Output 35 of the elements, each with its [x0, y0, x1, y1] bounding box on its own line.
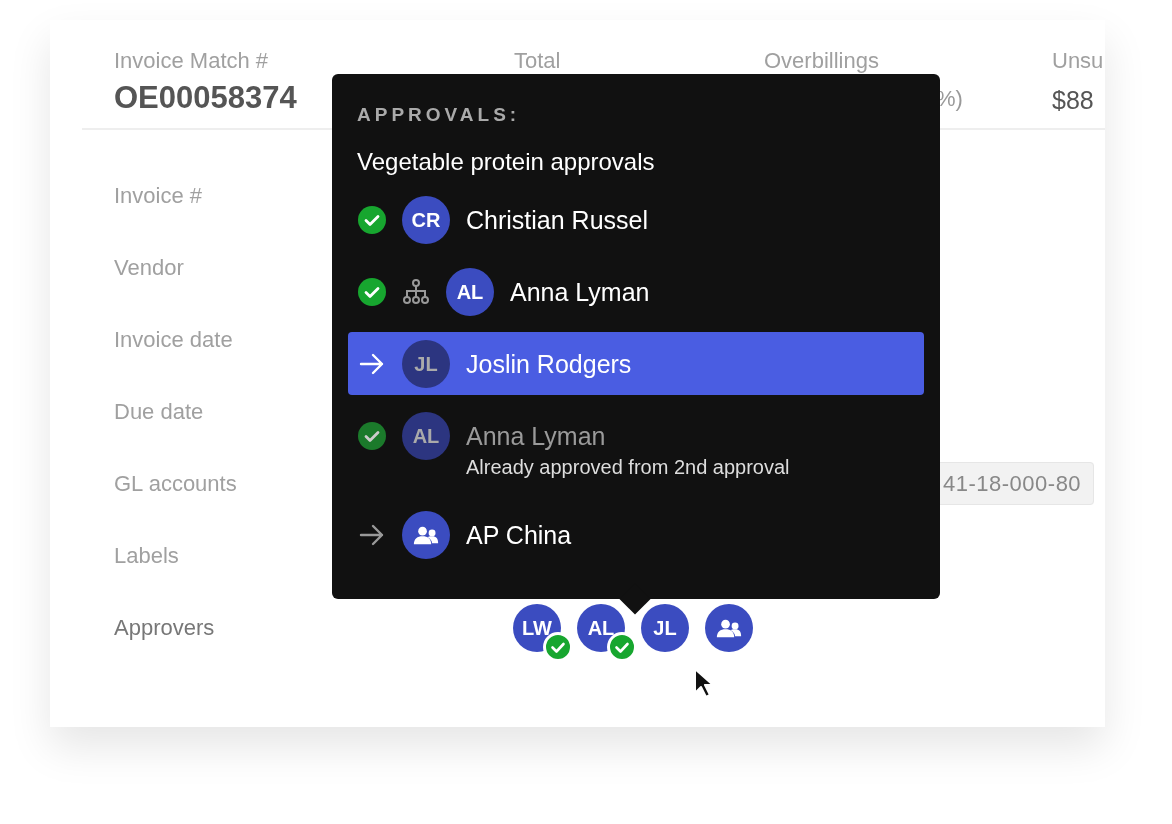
- arrow-right-icon: [359, 353, 385, 375]
- summary-label: Overbillings: [764, 48, 879, 74]
- field-label: GL accounts: [114, 471, 238, 497]
- approver-avatar: JL: [402, 340, 450, 388]
- approver-name: AP China: [466, 520, 572, 551]
- approver-name: Christian Russel: [466, 205, 648, 236]
- approver-row[interactable]: CR Christian Russel: [348, 188, 924, 251]
- approver-avatar: CR: [402, 196, 450, 244]
- popover-title: Vegetable protein approvals: [356, 147, 656, 177]
- arrow-right-icon: [359, 524, 385, 546]
- popover-heading: APPROVALS:: [356, 104, 522, 126]
- field-label: Invoice date: [114, 327, 234, 353]
- field-label: Vendor: [114, 255, 185, 281]
- approver-row[interactable]: AP China: [348, 503, 924, 566]
- summary-value: OE00058374: [114, 80, 297, 116]
- approver-avatar: AL: [446, 268, 494, 316]
- summary-value: $88: [1052, 86, 1094, 115]
- field-label: Due date: [114, 399, 205, 425]
- field-label: Invoice #: [114, 183, 204, 209]
- summary-label: Total: [514, 48, 561, 74]
- summary-label: Invoice Match #: [114, 48, 269, 74]
- approver-avatar: AL: [402, 412, 450, 460]
- approver-avatar[interactable]: [705, 604, 753, 652]
- field-label: Approvers: [114, 615, 216, 641]
- approver-name: Joslin Rodgers: [466, 349, 632, 380]
- approver-row[interactable]: JL Joslin Rodgers: [348, 332, 924, 395]
- approver-row[interactable]: AL Anna Lyman: [348, 260, 924, 323]
- field-label: Labels: [114, 543, 180, 569]
- approver-name: Anna Lyman: [466, 421, 607, 452]
- summary-label: Unsu: [1052, 48, 1104, 74]
- approver-note: Already approved from 2nd approval: [466, 456, 790, 479]
- people-icon: [716, 617, 742, 639]
- people-icon: [413, 524, 439, 546]
- approver-avatar[interactable]: JL: [641, 604, 689, 652]
- approver-name: Anna Lyman: [510, 277, 650, 308]
